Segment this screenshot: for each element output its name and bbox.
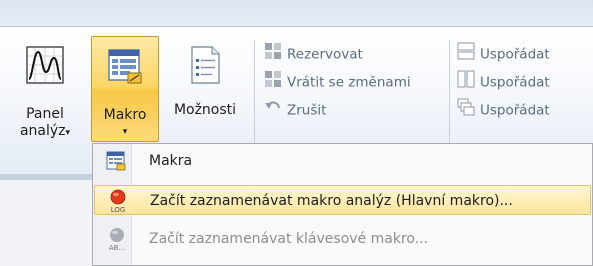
- usporadat-label-3: Uspořádat: [480, 102, 550, 119]
- zrusit-button[interactable]: Zrušit: [264, 98, 326, 120]
- record-keyboard-icon: AB...: [106, 227, 128, 264]
- menu-item-record-keyboard-macro[interactable]: AB... Začít zaznamenávat klávesové makro…: [94, 224, 591, 254]
- panel-button-label-1: Panel: [26, 106, 64, 122]
- usporadat-cascade-button[interactable]: Uspořádat: [457, 98, 550, 120]
- menu-item-record-log-macro[interactable]: LOG Začít zaznamenávat makro analýz (Hla…: [94, 185, 591, 215]
- vratit-se-zmenami-button[interactable]: Vrátit se změnami: [264, 70, 411, 92]
- usporadat-label-2: Uspořádat: [480, 74, 550, 91]
- panel-analyz-button[interactable]: Panel analýz▾: [14, 36, 76, 142]
- return-changes-icon: [264, 70, 282, 95]
- options-document-icon: [188, 46, 222, 89]
- usporadat-horizontal-button[interactable]: Uspořádat: [457, 42, 550, 64]
- makro-button[interactable]: Makro ▾: [91, 36, 159, 142]
- menu-item-makra[interactable]: Makra: [94, 146, 591, 176]
- chevron-down-icon: ▾: [122, 127, 128, 137]
- menu-item-label: Makra: [149, 153, 193, 169]
- arrange-cascade-icon: [457, 98, 475, 123]
- rezervovat-button[interactable]: Rezervovat: [264, 42, 363, 64]
- record-log-caption: LOG: [111, 206, 126, 214]
- rezervovat-label: Rezervovat: [287, 46, 363, 63]
- menu-item-label: Začít zaznamenávat klávesové makro...: [149, 231, 429, 247]
- chart-panel-icon: [26, 46, 64, 89]
- ribbon-bottom-edge: [0, 174, 92, 180]
- window-top-bar: [0, 0, 593, 26]
- arrange-vertical-icon: [457, 70, 475, 95]
- moznosti-button-label: Možnosti: [173, 102, 237, 118]
- chevron-down-icon: ▾: [65, 128, 71, 138]
- ribbon-separator: [449, 40, 450, 144]
- reserve-icon: [264, 42, 282, 67]
- arrange-horizontal-icon: [457, 42, 475, 67]
- record-keyboard-caption: AB...: [109, 244, 125, 252]
- zrusit-label: Zrušit: [287, 102, 327, 119]
- ribbon-separator: [254, 40, 255, 144]
- vratit-label: Vrátit se změnami: [287, 74, 411, 91]
- usporadat-label-1: Uspořádat: [480, 46, 550, 63]
- usporadat-vertical-button[interactable]: Uspořádat: [457, 70, 550, 92]
- macros-icon: [106, 151, 126, 182]
- macro-icon: [106, 47, 144, 90]
- makro-button-label: Makro: [103, 107, 147, 123]
- moznosti-button[interactable]: Možnosti: [164, 36, 246, 142]
- makro-dropdown-menu: Makra LOG Začít zaznamenávat makro analý…: [92, 143, 593, 266]
- record-log-icon: LOG: [107, 189, 129, 226]
- panel-button-label-2: analýz: [19, 123, 66, 139]
- undo-icon: [264, 98, 282, 123]
- menu-item-label: Začít zaznamenávat makro analýz (Hlavní …: [150, 193, 513, 209]
